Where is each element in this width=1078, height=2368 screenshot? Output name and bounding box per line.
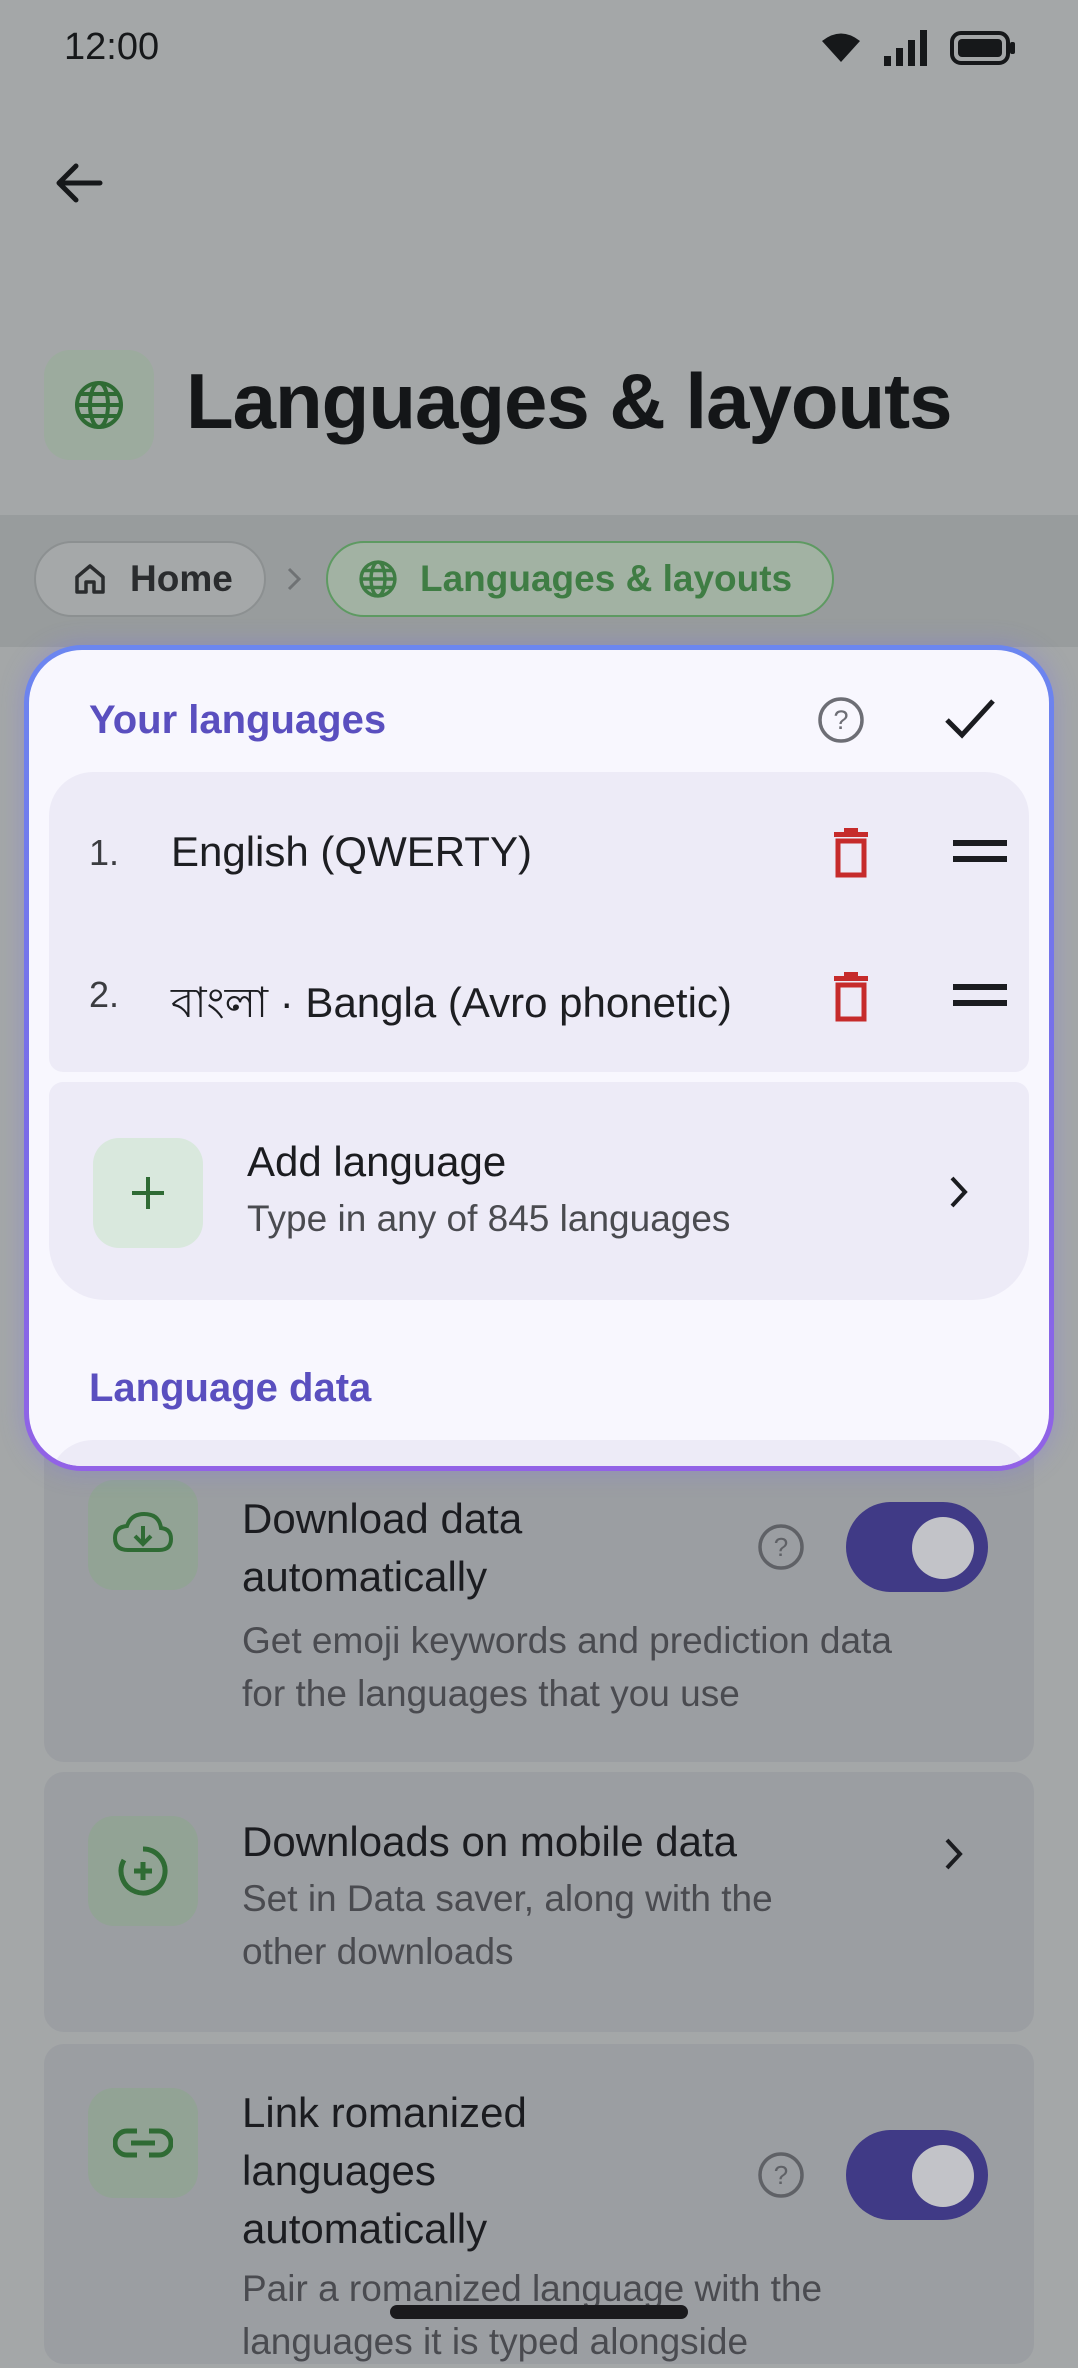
svg-text:?: ? xyxy=(774,1532,788,1562)
mobile-data-row[interactable]: Downloads on mobile data Set in Data sav… xyxy=(44,1772,1034,2032)
globe-icon xyxy=(359,560,397,598)
page-title: Languages & layouts xyxy=(186,357,952,445)
download-data-title-line2: automatically xyxy=(242,1553,488,1600)
language-item[interactable]: 1. English (QWERTY) xyxy=(49,792,1029,912)
romanized-title-line3: automatically xyxy=(242,2205,488,2252)
home-indicator[interactable] xyxy=(390,2305,688,2319)
mobile-data-sub-line2: other downloads xyxy=(242,1931,514,1972)
language-name: English (QWERTY) xyxy=(171,828,532,875)
help-icon[interactable]: ? xyxy=(756,2150,806,2200)
breadcrumb-current-label: Languages & layouts xyxy=(420,558,793,599)
chevron-right-icon xyxy=(287,567,302,591)
your-languages-panel: Your languages ? 1. English (QWERTY) 2. … xyxy=(24,645,1054,1471)
plus-icon xyxy=(132,1177,164,1209)
languages-list: 1. English (QWERTY) 2. বাংলা · Bangla (A… xyxy=(49,772,1029,1072)
mobile-data-sub-line1: Set in Data saver, along with the xyxy=(242,1878,773,1919)
drag-handle-icon[interactable] xyxy=(953,836,1007,866)
add-language-button[interactable]: Add language Type in any of 845 language… xyxy=(49,1082,1029,1300)
home-icon xyxy=(75,564,105,594)
data-saver-icon xyxy=(88,1816,198,1926)
romanized-title-line2: languages xyxy=(242,2147,436,2194)
language-number: 2. xyxy=(89,974,120,1015)
add-language-title: Add language xyxy=(247,1138,507,1185)
language-name: বাংলা · Bangla (Avro phonetic) xyxy=(171,979,732,1026)
mobile-data-title: Downloads on mobile data xyxy=(242,1818,737,1865)
romanized-toggle[interactable] xyxy=(846,2130,988,2220)
back-button[interactable] xyxy=(44,148,114,218)
svg-text:?: ? xyxy=(833,705,848,735)
language-data-title: Language data xyxy=(89,1366,372,1410)
delete-icon[interactable] xyxy=(831,828,871,878)
language-number: 1. xyxy=(89,832,120,873)
add-language-subtitle: Type in any of 845 languages xyxy=(247,1198,731,1239)
battery-icon xyxy=(950,31,1015,65)
download-data-sub-line1: Get emoji keywords and prediction data xyxy=(242,1620,892,1661)
chevron-right-icon xyxy=(945,1838,963,1870)
romanized-title-line1: Link romanized xyxy=(242,2089,527,2136)
link-icon xyxy=(88,2088,198,2198)
your-languages-title: Your languages xyxy=(89,698,387,742)
language-item[interactable]: 2. বাংলা · Bangla (Avro phonetic) xyxy=(49,934,1029,1054)
chevron-right-icon xyxy=(950,1176,968,1208)
download-data-row[interactable]: Download data automatically Get emoji ke… xyxy=(44,1440,1034,1762)
page-title-icon xyxy=(44,350,154,460)
romanized-sub-line2: languages it is typed alongside xyxy=(242,2321,749,2362)
status-time: 12:00 xyxy=(64,26,160,68)
help-icon[interactable]: ? xyxy=(815,694,867,746)
download-data-sub-line2: for the languages that you use xyxy=(242,1673,740,1714)
globe-icon xyxy=(75,381,123,429)
download-data-toggle[interactable] xyxy=(846,1502,988,1592)
language-data-card-edge xyxy=(49,1440,1029,1466)
breadcrumb-current[interactable]: Languages & layouts xyxy=(326,541,834,617)
delete-icon[interactable] xyxy=(831,972,871,1022)
arrow-back-icon xyxy=(56,163,103,203)
breadcrumb-home-label: Home xyxy=(130,558,233,599)
status-icons xyxy=(820,30,1016,66)
help-icon[interactable]: ? xyxy=(756,1522,806,1572)
status-bar: 12:00 xyxy=(0,0,1078,100)
add-icon-tile xyxy=(93,1138,203,1248)
breadcrumb-home[interactable]: Home xyxy=(34,541,266,617)
cloud-download-icon xyxy=(88,1480,198,1590)
download-data-title-line1: Download data xyxy=(242,1495,523,1542)
svg-text:?: ? xyxy=(774,2160,788,2190)
drag-handle-icon[interactable] xyxy=(953,980,1007,1010)
signal-icon xyxy=(884,30,927,66)
wifi-icon xyxy=(822,33,860,62)
check-icon[interactable] xyxy=(943,696,997,742)
